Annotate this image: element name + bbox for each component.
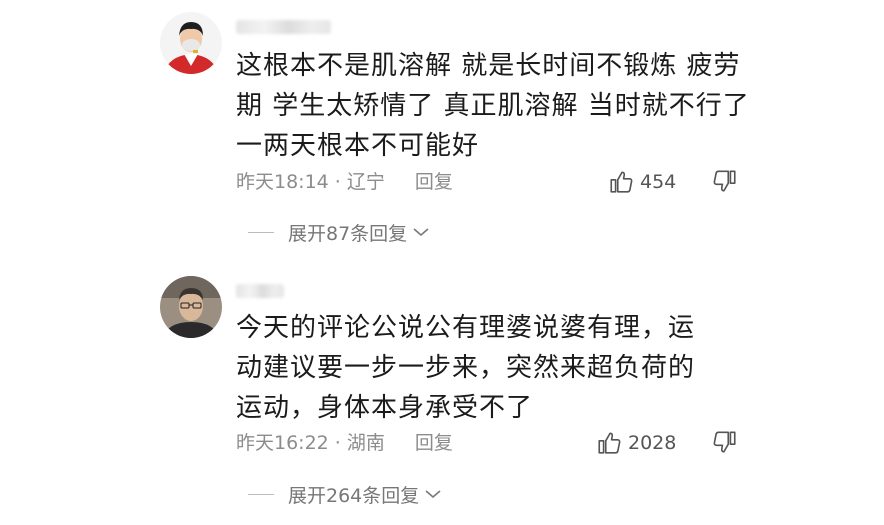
like-button[interactable]: 2028 — [596, 428, 676, 458]
reply-button[interactable]: 回复 — [415, 428, 453, 458]
avatar[interactable] — [160, 12, 222, 74]
username-blurred[interactable] — [236, 284, 284, 298]
comment-item: 这根本不是肌溶解 就是长时间不锻炼 疲劳期 学生太矫情了 真正肌溶解 当时就不行… — [0, 0, 884, 260]
chevron-down-icon — [425, 490, 441, 499]
comment-location: 湖南 — [346, 432, 385, 454]
comment-location: 辽宁 — [346, 171, 385, 193]
comment-text: 今天的评论公说公有理婆说婆有理，运动建议要一步一步来，突然来超负荷的运动，身体本… — [236, 313, 696, 423]
divider-dash — [248, 231, 274, 233]
comment-meta: 昨天18:14 · 辽宁 回复 — [236, 167, 453, 197]
meta-separator: · — [328, 432, 347, 454]
comment-meta: 昨天16:22 · 湖南 回复 — [236, 428, 453, 458]
expand-replies-label: 展开264条回复 — [288, 484, 420, 507]
meta-separator: · — [328, 171, 347, 193]
like-count: 454 — [640, 171, 677, 193]
expand-replies-button[interactable]: 展开87条回复 — [248, 217, 431, 247]
thumbs-down-icon — [713, 431, 736, 453]
dislike-button[interactable] — [712, 429, 740, 457]
avatar-image-2 — [160, 276, 222, 338]
thumbs-up-icon — [610, 171, 633, 193]
expand-replies-button[interactable]: 展开264条回复 — [248, 479, 443, 509]
thumbs-down-icon — [713, 170, 736, 192]
expand-replies-label: 展开87条回复 — [288, 222, 408, 245]
like-count: 2028 — [628, 432, 677, 454]
dislike-button[interactable] — [712, 168, 740, 196]
divider-dash — [248, 493, 274, 495]
comment-time: 昨天18:14 — [236, 171, 329, 193]
comment-text: 这根本不是肌溶解 就是长时间不锻炼 疲劳期 学生太矫情了 真正肌溶解 当时就不行… — [236, 51, 750, 161]
thumbs-up-icon — [598, 432, 621, 454]
chevron-down-icon — [413, 228, 429, 237]
reply-button[interactable]: 回复 — [415, 167, 453, 197]
avatar[interactable] — [160, 276, 222, 338]
avatar-image-1 — [160, 12, 222, 74]
comment-item: 今天的评论公说公有理婆说婆有理，运动建议要一步一步来，突然来超负荷的运动，身体本… — [0, 260, 884, 525]
like-button[interactable]: 454 — [608, 167, 676, 197]
comment-time: 昨天16:22 — [236, 432, 329, 454]
username-blurred[interactable] — [236, 20, 331, 34]
